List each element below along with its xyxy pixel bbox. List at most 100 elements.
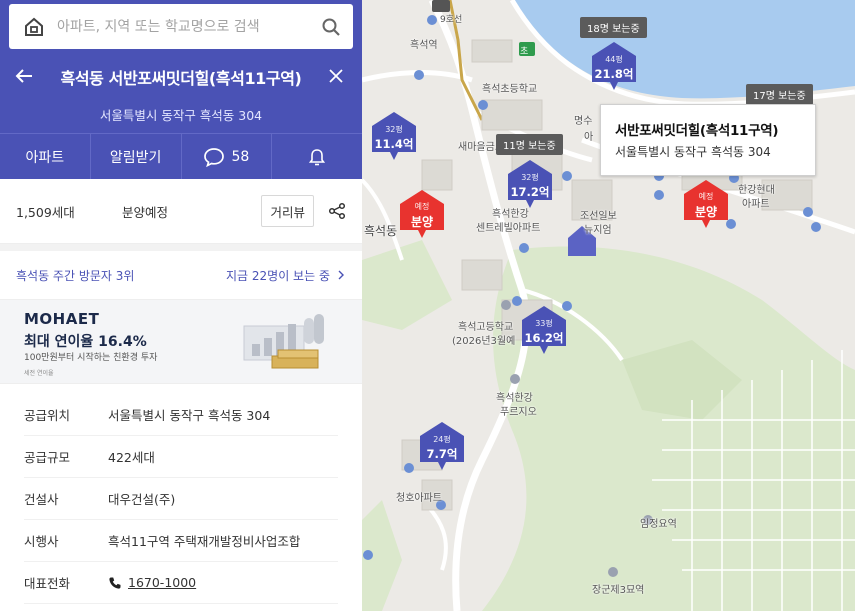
marker-price: 분양 — [694, 205, 718, 219]
price-marker-21-8[interactable]: 44평 21.8억 — [592, 42, 636, 90]
now-viewing-text: 지금 22명이 보는 중 — [226, 268, 330, 283]
tooltip-title: 서반포써밋더힐(흑석11구역) — [615, 123, 779, 139]
marker-price: 11.4억 — [374, 137, 414, 151]
search-input[interactable] — [57, 18, 321, 35]
marker-area: 예정 — [698, 192, 714, 201]
marker-area: 예정 — [414, 202, 430, 211]
info-label: 대표전화 — [24, 576, 71, 591]
map-label-high-school: 흑석고등학교 — [458, 322, 514, 333]
tab-notify[interactable]: 알림받기 — [91, 134, 182, 179]
phone-number-link[interactable]: 1670-1000 — [128, 575, 196, 590]
map-label-chosun: 조선일보 — [580, 211, 617, 222]
marker-price: 7.7억 — [426, 447, 458, 461]
map-tooltip[interactable]: 서반포써밋더힐(흑석11구역) 서울특별시 동작구 흑석동 304 — [600, 104, 816, 176]
ad-banner[interactable]: MOHAET 최대 연이율 16.4% 100만원부터 시작하는 친환경 투자 … — [0, 299, 362, 384]
action-tabs: 아파트 알림받기 58 — [0, 133, 362, 179]
coin-chart-illustration — [243, 314, 324, 369]
tab-apartment[interactable]: 아파트 — [0, 134, 91, 179]
ad-rate: 최대 연이율 16.4% — [24, 334, 147, 350]
tab-notify-label: 알림받기 — [109, 149, 162, 166]
info-value: 대우건설(주) — [108, 492, 176, 507]
sale-marker-selected[interactable]: 예정 분양 — [684, 180, 728, 228]
tab-alarm[interactable] — [272, 134, 362, 179]
ad-note: 세전 연이율 — [24, 370, 54, 377]
info-label: 건설사 — [24, 492, 59, 507]
sale-status: 분양예정 — [122, 204, 169, 220]
comment-count: 58 — [231, 148, 250, 165]
map-label-school-badge: 초 — [520, 47, 529, 57]
search-box[interactable] — [9, 4, 353, 49]
phone-icon — [109, 577, 121, 589]
marker-price: 16.2억 — [524, 331, 564, 345]
price-marker-17-2[interactable]: 32평 17.2억 — [508, 160, 552, 208]
map-label-heukseok-station: 흑석역 — [410, 40, 438, 51]
tooltip-address: 서울특별시 동작구 흑석동 304 — [615, 145, 771, 159]
detail-header: 흑석동 서반포써밋더힐(흑석11구역) 서울특별시 동작구 흑석동 304 — [0, 55, 362, 133]
map-label-imjeong: 임정요역 — [640, 519, 677, 530]
marker-area: 24평 — [433, 435, 451, 444]
weekly-visitor-rank: 흑석동 주간 방문자 3위 — [16, 268, 135, 283]
map-view[interactable]: 흑석역 9호선 초 흑석초등학교 새마을금고 명수 아 흑석한강 센트레빌아파트… — [362, 0, 855, 611]
back-arrow-icon[interactable] — [13, 65, 35, 87]
info-row-scale: 공급규모 422세대 — [24, 436, 338, 478]
summary-row: 1,509세대 분양예정 거리뷰 — [0, 179, 362, 244]
marker-area: 33평 — [535, 319, 553, 328]
tab-apartment-label: 아파트 — [25, 149, 65, 166]
map-label-cheongho: 청호아파트 — [396, 493, 442, 504]
complex-address: 서울특별시 동작구 흑석동 304 — [99, 108, 263, 123]
info-label: 공급규모 — [24, 450, 71, 465]
now-viewing-link[interactable]: 지금 22명이 보는 중 — [226, 267, 346, 284]
visitor-row[interactable]: 흑석동 주간 방문자 3위 지금 22명이 보는 중 — [0, 251, 362, 299]
map-label-hangang-hyundai: 한강현대 — [738, 185, 775, 196]
home-logo-icon[interactable] — [23, 16, 45, 38]
sale-marker[interactable]: 예정 분양 — [400, 190, 444, 238]
map-label-line9: 9호선 — [440, 15, 463, 25]
search-bar — [0, 0, 362, 55]
sidebar: 흑석동 서반포써밋더힐(흑석11구역) 서울특별시 동작구 흑석동 304 아파… — [0, 0, 362, 611]
info-value: 흑석11구역 주택재개발정비사업조합 — [108, 534, 301, 549]
price-marker-16-2[interactable]: 33평 16.2억 — [522, 306, 566, 354]
marker-area: 32평 — [385, 125, 403, 134]
map-label-chosun2: 뉴지엄 — [584, 225, 612, 236]
complex-title: 흑석동 서반포써밋더힐(흑석11구역) — [60, 69, 302, 88]
map-label-apt-abbr: 아 — [584, 132, 594, 143]
viewer-badge: 17명 보는중 — [746, 84, 813, 105]
marker-price: 21.8억 — [594, 67, 634, 81]
map-label-apt: 아파트 — [742, 199, 770, 210]
price-marker-11-4[interactable]: 32평 11.4억 — [372, 112, 416, 160]
map-label-elementary-school: 흑석초등학교 — [482, 84, 538, 95]
viewer-badge: 18명 보는중 — [580, 17, 647, 38]
tab-comments[interactable]: 58 — [182, 134, 273, 179]
search-icon[interactable] — [321, 17, 341, 37]
speech-bubble-icon — [204, 147, 225, 167]
marker-price: 17.2억 — [510, 185, 550, 199]
info-label: 시행사 — [24, 534, 59, 549]
share-icon[interactable] — [328, 202, 346, 220]
distance-view-button[interactable]: 거리뷰 — [261, 195, 314, 227]
info-row-developer: 시행사 흑석11구역 주택재개발정비사업조합 — [24, 520, 338, 562]
map-label-myungsoo: 명수 — [574, 116, 593, 127]
close-icon[interactable] — [326, 66, 346, 86]
info-value: 422세대 — [108, 450, 155, 465]
ad-logo: MOHAET — [24, 310, 100, 328]
marker-area: 44평 — [605, 55, 623, 64]
info-row-location: 공급위치 서울특별시 동작구 흑석동 304 — [24, 394, 338, 436]
viewer-badge: 11명 보는중 — [496, 134, 563, 155]
map-label-central2: 센트레빌아파트 — [476, 223, 541, 234]
info-value: 서울특별시 동작구 흑석동 304 — [108, 408, 271, 423]
ad-description: 100만원부터 시작하는 친환경 투자 — [24, 353, 158, 363]
section-gap — [0, 244, 362, 251]
info-row-builder: 건설사 대우건설(주) — [24, 478, 338, 520]
supply-info-list: 공급위치 서울특별시 동작구 흑석동 304 공급규모 422세대 건설사 대우… — [0, 394, 362, 604]
map-label-janggun: 장군제3묘역 — [592, 585, 645, 596]
map-label-prugio2: 푸르지오 — [500, 407, 537, 418]
household-count: 1,509세대 — [16, 204, 75, 220]
bell-icon — [309, 148, 326, 165]
price-marker-7-7[interactable]: 24평 7.7억 — [420, 422, 464, 470]
chevron-right-icon — [338, 270, 344, 280]
map-label-high-school2: (2026년3월예 — [452, 336, 516, 347]
marker-area: 32평 — [521, 173, 539, 182]
info-label: 공급위치 — [24, 408, 71, 423]
info-row-phone: 대표전화 1670-1000 — [24, 562, 338, 604]
map-label-prugio: 흑석한강 — [496, 393, 533, 404]
